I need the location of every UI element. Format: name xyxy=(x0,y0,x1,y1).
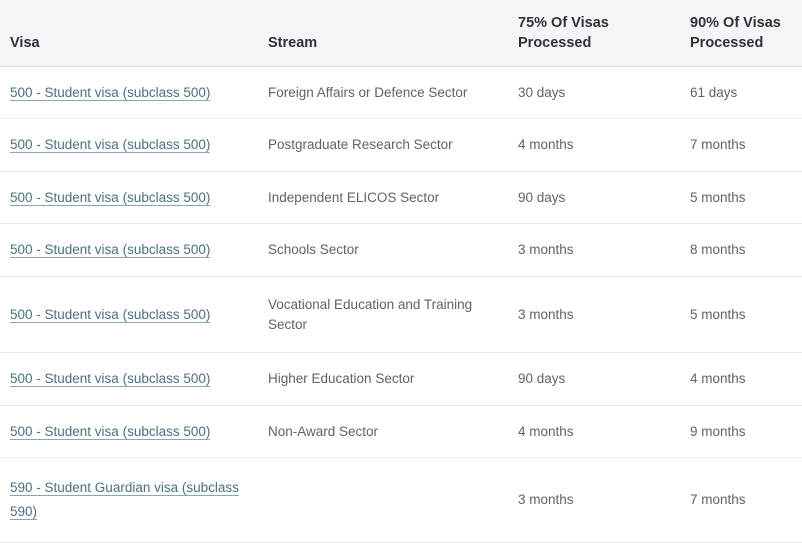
visa-link[interactable]: 500 - Student visa (subclass 500) xyxy=(10,84,211,101)
column-header-90-percent-line2: Processed xyxy=(690,34,764,51)
cell-stream xyxy=(258,457,508,543)
cell-stream: Higher Education Sector xyxy=(258,352,508,406)
table-row: 500 - Student visa (subclass 500) School… xyxy=(0,223,802,277)
table-row: 500 - Student visa (subclass 500) Indepe… xyxy=(0,171,802,225)
column-header-stream: Stream xyxy=(258,0,508,67)
table-row: 500 - Student visa (subclass 500) Foreig… xyxy=(0,66,802,120)
cell-90-percent: 7 months xyxy=(680,118,802,172)
visa-link[interactable]: 500 - Student visa (subclass 500) xyxy=(10,423,211,440)
visa-link[interactable]: 500 - Student visa (subclass 500) xyxy=(10,137,211,154)
column-header-stream-label: Stream xyxy=(268,34,318,51)
table-row: 500 - Student visa (subclass 500) Postgr… xyxy=(0,118,802,172)
cell-visa: 500 - Student visa (subclass 500) xyxy=(0,276,258,354)
cell-visa: 500 - Student visa (subclass 500) xyxy=(0,66,258,120)
column-header-90-percent-line1: 90% Of Visas xyxy=(690,15,781,32)
cell-visa: 590 - Student Guardian visa (subclass 59… xyxy=(0,457,258,543)
visa-link[interactable]: 500 - Student visa (subclass 500) xyxy=(10,371,211,388)
visa-processing-times-table: Visa Stream 75% Of Visas Processed 90% O… xyxy=(0,0,802,543)
cell-75-percent: 30 days xyxy=(508,66,680,120)
cell-90-percent: 9 months xyxy=(680,405,802,459)
cell-75-percent: 3 months xyxy=(508,276,680,354)
column-header-75-percent-line1: 75% Of Visas xyxy=(518,15,609,32)
cell-75-percent: 3 months xyxy=(508,457,680,543)
cell-90-percent: 5 months xyxy=(680,276,802,354)
cell-visa: 500 - Student visa (subclass 500) xyxy=(0,171,258,225)
visa-link[interactable]: 590 - Student Guardian visa (subclass 59… xyxy=(10,480,239,520)
cell-90-percent: 7 months xyxy=(680,457,802,543)
table-row: 590 - Student Guardian visa (subclass 59… xyxy=(0,457,802,543)
cell-stream: Independent ELICOS Sector xyxy=(258,171,508,225)
table-row: 500 - Student visa (subclass 500) Higher… xyxy=(0,352,802,406)
table-header: Visa Stream 75% Of Visas Processed 90% O… xyxy=(0,0,802,67)
cell-75-percent: 90 days xyxy=(508,171,680,225)
table-row: 500 - Student visa (subclass 500) Non-Aw… xyxy=(0,405,802,459)
column-header-visa: Visa xyxy=(0,0,258,67)
cell-90-percent: 61 days xyxy=(680,66,802,120)
column-header-75-percent-line2: Processed xyxy=(518,34,592,51)
cell-stream: Schools Sector xyxy=(258,223,508,277)
cell-90-percent: 8 months xyxy=(680,223,802,277)
cell-visa: 500 - Student visa (subclass 500) xyxy=(0,223,258,277)
cell-75-percent: 90 days xyxy=(508,352,680,406)
visa-link[interactable]: 500 - Student visa (subclass 500) xyxy=(10,306,211,323)
column-header-90-percent: 90% Of Visas Processed xyxy=(680,0,802,67)
cell-stream: Foreign Affairs or Defence Sector xyxy=(258,66,508,120)
cell-75-percent: 4 months xyxy=(508,118,680,172)
visa-link[interactable]: 500 - Student visa (subclass 500) xyxy=(10,242,211,259)
cell-75-percent: 3 months xyxy=(508,223,680,277)
cell-visa: 500 - Student visa (subclass 500) xyxy=(0,118,258,172)
column-header-visa-label: Visa xyxy=(10,34,40,51)
table-body: 500 - Student visa (subclass 500) Foreig… xyxy=(0,66,802,543)
cell-visa: 500 - Student visa (subclass 500) xyxy=(0,405,258,459)
cell-90-percent: 5 months xyxy=(680,171,802,225)
cell-stream: Non-Award Sector xyxy=(258,405,508,459)
column-header-75-percent: 75% Of Visas Processed xyxy=(508,0,680,67)
table-header-row: Visa Stream 75% Of Visas Processed 90% O… xyxy=(0,0,802,67)
cell-stream: Vocational Education and Training Sector xyxy=(258,276,508,354)
cell-visa: 500 - Student visa (subclass 500) xyxy=(0,352,258,406)
cell-stream: Postgraduate Research Sector xyxy=(258,118,508,172)
visa-link[interactable]: 500 - Student visa (subclass 500) xyxy=(10,189,211,206)
cell-75-percent: 4 months xyxy=(508,405,680,459)
table-row: 500 - Student visa (subclass 500) Vocati… xyxy=(0,276,802,354)
cell-90-percent: 4 months xyxy=(680,352,802,406)
